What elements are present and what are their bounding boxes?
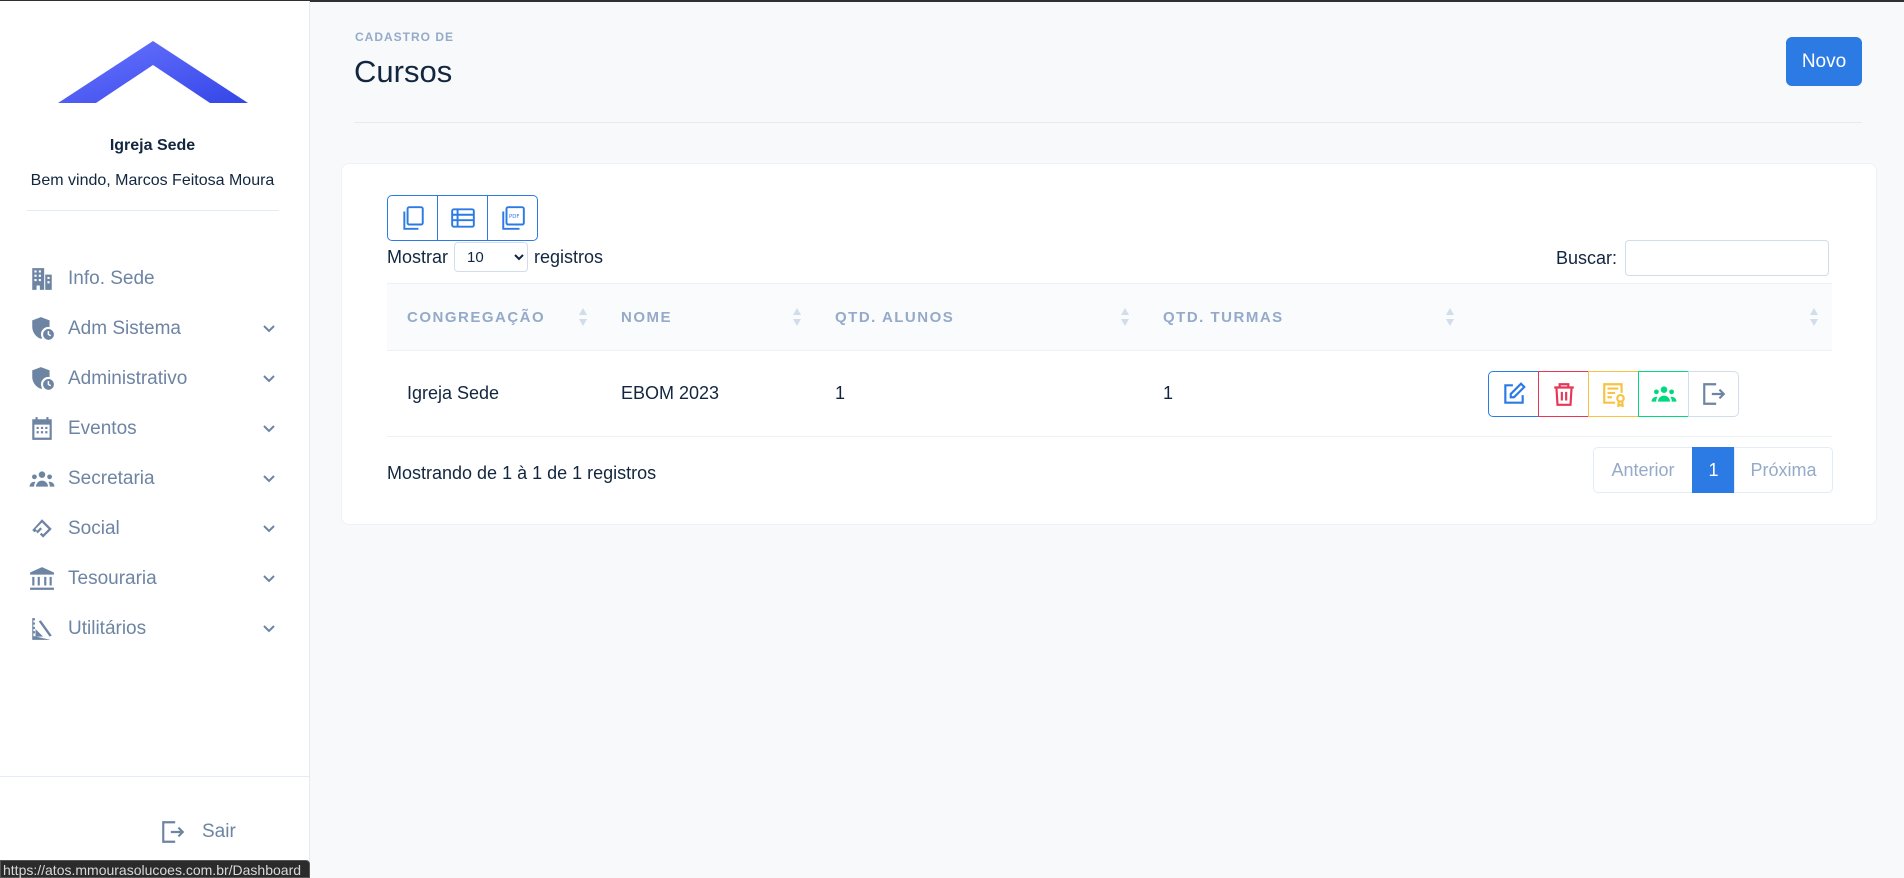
sort-icon (579, 308, 587, 326)
building-icon (28, 265, 56, 293)
header-divider (354, 122, 1862, 123)
column-header-nome[interactable]: NOME (601, 284, 815, 351)
chevron-down-icon (262, 522, 276, 536)
sidebar-divider (27, 210, 279, 211)
column-header-congregacao[interactable]: CONGREGAÇÃO (387, 284, 601, 351)
welcome-message: Bem vindo, Marcos Feitosa Moura (30, 172, 275, 189)
sidebar-item-label: Social (68, 518, 120, 539)
courses-card: PDF Mostrar 10 registros Buscar: CONGREG… (341, 163, 1877, 525)
sort-icon (1810, 308, 1818, 326)
sidebar-item-adm-sistema[interactable]: Adm Sistema (0, 304, 305, 354)
chevron-down-icon (262, 572, 276, 586)
search-label: Buscar: (1556, 247, 1618, 268)
sidebar-nav: Info. Sede Adm Sistema Administrativo Ev… (0, 254, 305, 654)
edit-icon (1503, 381, 1526, 404)
sidebar-bottom-divider (0, 776, 310, 777)
page-length-control: Mostrar 10 registros (387, 242, 603, 272)
calendar-icon (28, 415, 56, 443)
cell-qtd-alunos: 1 (835, 383, 846, 403)
cell-congregacao: Igreja Sede (407, 383, 500, 403)
set-square-icon (28, 615, 56, 643)
cell-nome: EBOM 2023 (621, 383, 720, 403)
certificate-icon (1602, 382, 1625, 407)
logout-label: Sair (202, 821, 236, 842)
sort-icon (1121, 308, 1129, 326)
users-icon (28, 465, 56, 493)
sidebar-item-secretaria[interactable]: Secretaria (0, 454, 305, 504)
search-control: Buscar: (1556, 240, 1830, 276)
shield-clock-icon (28, 315, 56, 343)
csv-icon (450, 208, 475, 228)
cell-qtd-turmas: 1 (1163, 383, 1174, 403)
sidebar-item-social[interactable]: Social (0, 504, 305, 554)
copy-icon (402, 206, 424, 230)
column-header-actions[interactable] (1468, 284, 1832, 351)
export-button-group: PDF (387, 195, 538, 241)
sort-icon (793, 308, 801, 326)
length-suffix: registros (534, 246, 604, 267)
column-header-qtd-turmas[interactable]: QTD. TURMAS (1143, 284, 1468, 351)
delete-button[interactable] (1538, 370, 1589, 417)
sidebar-item-administrativo[interactable]: Administrativo (0, 354, 305, 404)
handshake-icon (28, 515, 56, 543)
church-logo (58, 41, 248, 103)
sidebar-item-label: Tesouraria (68, 568, 157, 589)
trash-icon (1553, 382, 1574, 406)
edit-button[interactable] (1488, 370, 1539, 417)
logout-icon (162, 821, 185, 843)
table-info: Mostrando de 1 à 1 de 1 registros (387, 463, 657, 483)
sort-icon (1446, 308, 1454, 326)
page-title: Cursos (354, 54, 453, 89)
sidebar-item-eventos[interactable]: Eventos (0, 404, 305, 454)
column-header-qtd-alunos[interactable]: QTD. ALUNOS (815, 284, 1143, 351)
status-bar-url: https://atos.mmourasolucoes.com.br/Dashb… (0, 860, 311, 878)
copy-button[interactable] (387, 195, 438, 241)
chevron-down-icon (262, 422, 276, 436)
church-name: Igreja Sede (109, 137, 196, 154)
pdf-icon: PDF (501, 206, 525, 230)
exit-icon (1702, 382, 1725, 405)
pdf-button[interactable]: PDF (487, 195, 538, 241)
svg-text:PDF: PDF (508, 214, 519, 220)
chevron-down-icon (262, 622, 276, 636)
pagination-page-1[interactable]: 1 (1692, 447, 1735, 493)
sidebar-item-label: Administrativo (68, 368, 188, 389)
page-pretitle: CADASTRO DE (355, 30, 455, 44)
chevron-down-icon (262, 472, 276, 486)
sidebar-item-label: Adm Sistema (68, 318, 181, 339)
sidebar-item-info-sede[interactable]: Info. Sede (0, 254, 305, 304)
pagination-next[interactable]: Próxima (1734, 447, 1833, 493)
students-button[interactable] (1638, 370, 1689, 417)
bank-icon (28, 565, 56, 593)
pagination: Anterior 1 Próxima (1593, 447, 1833, 493)
shield-clock-icon (28, 365, 56, 393)
pagination-previous[interactable]: Anterior (1593, 447, 1693, 493)
sidebar-item-label: Info. Sede (68, 268, 155, 289)
chevron-down-icon (262, 322, 276, 336)
sidebar-item-label: Utilitários (68, 618, 147, 639)
page-length-select[interactable]: 10 (454, 242, 529, 272)
table-header-row: CONGREGAÇÃO NOME QTD. ALUNOS QTD. TURMAS (387, 283, 1832, 351)
users-icon (1651, 385, 1676, 402)
sidebar-item-label: Eventos (68, 418, 137, 439)
exit-button[interactable] (1688, 370, 1739, 417)
chevron-down-icon (262, 372, 276, 386)
sidebar-item-utilitarios[interactable]: Utilitários (0, 604, 305, 654)
sidebar-item-tesouraria[interactable]: Tesouraria (0, 554, 305, 604)
cell-actions (1468, 351, 1832, 437)
logout-button[interactable]: Sair (160, 819, 236, 845)
table-row: Igreja Sede EBOM 2023 1 1 (387, 351, 1832, 437)
length-prefix: Mostrar (387, 246, 449, 267)
certificate-button[interactable] (1588, 370, 1639, 417)
courses-table: CONGREGAÇÃO NOME QTD. ALUNOS QTD. TURMAS… (387, 283, 1832, 437)
sidebar: Igreja Sede Bem vindo, Marcos Feitosa Mo… (0, 1, 310, 878)
row-actions (1488, 370, 1832, 417)
search-input[interactable] (1625, 240, 1830, 276)
csv-button[interactable] (437, 195, 488, 241)
new-button[interactable]: Novo (1786, 37, 1862, 86)
sidebar-item-label: Secretaria (68, 468, 155, 489)
